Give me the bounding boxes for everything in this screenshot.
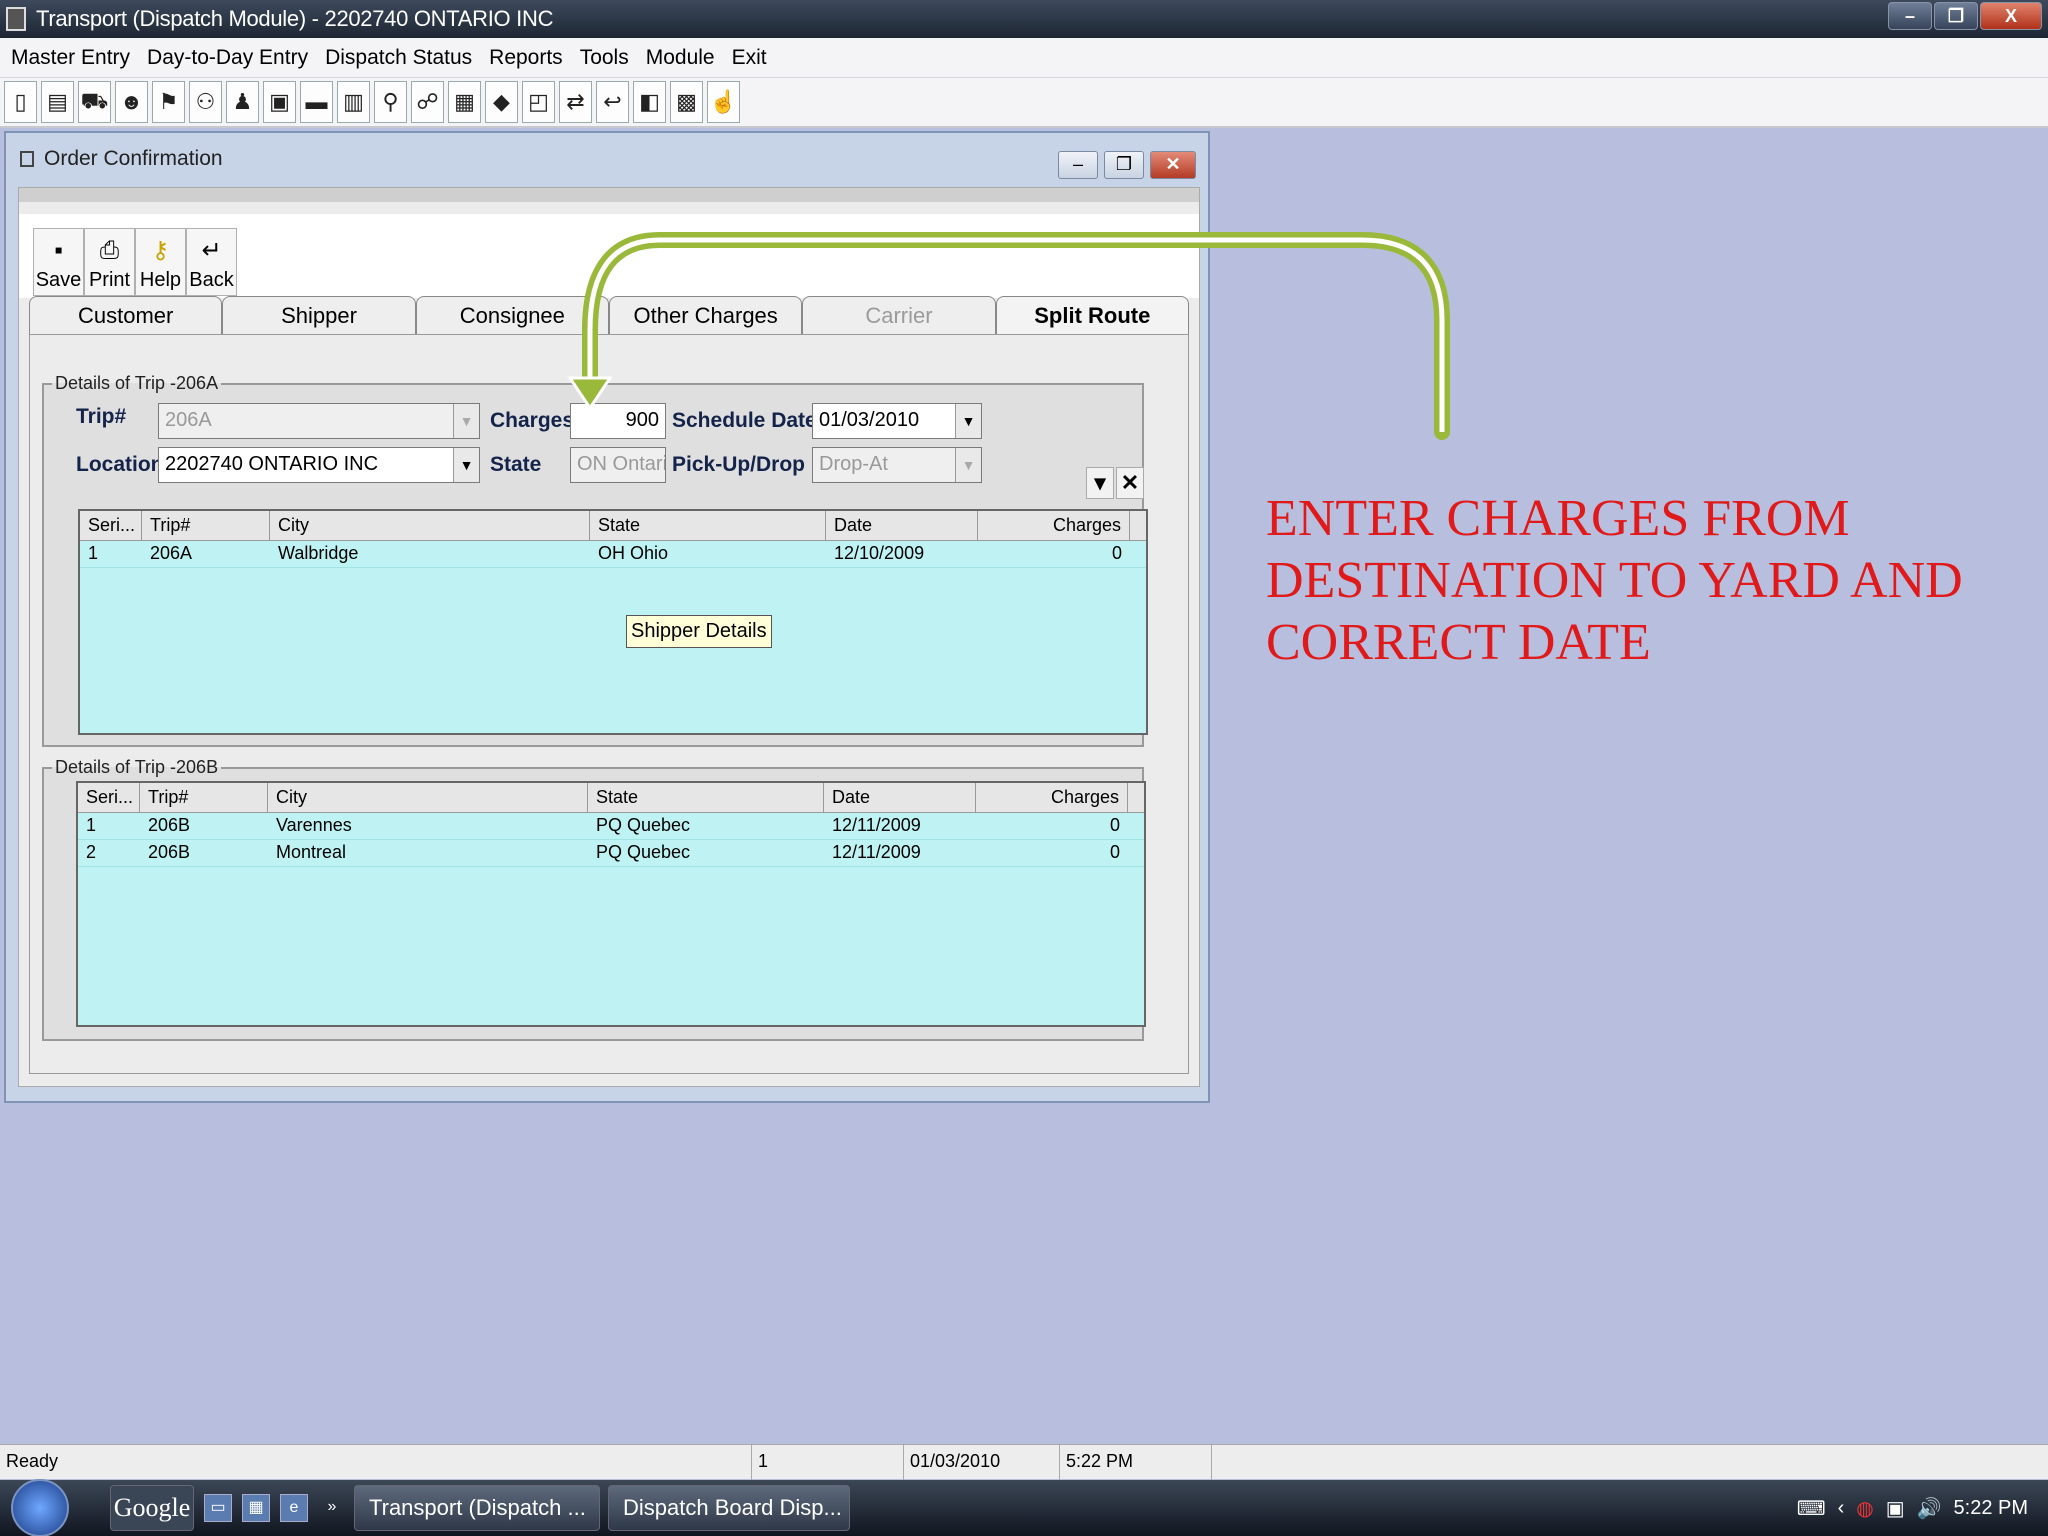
internet-explorer-icon[interactable]: e <box>280 1494 308 1522</box>
start-button[interactable] <box>0 1479 80 1536</box>
annotation-text: ENTER CHARGES FROM DESTINATION TO YARD A… <box>1266 490 1963 671</box>
google-toolbar[interactable]: Google <box>110 1485 194 1531</box>
task-dispatch-board[interactable]: Dispatch Board Disp... <box>608 1485 850 1531</box>
annotation-arrow <box>567 232 1450 440</box>
status-page: 1 <box>752 1445 904 1480</box>
keyboard-icon[interactable]: ⌨ <box>1797 1496 1826 1521</box>
antivirus-icon[interactable]: ◍ <box>1856 1496 1873 1521</box>
status-time: 5:22 PM <box>1060 1445 1212 1480</box>
more-chevron-icon[interactable]: » <box>318 1494 346 1522</box>
network-icon[interactable]: ▣ <box>1886 1496 1905 1521</box>
task-transport[interactable]: Transport (Dispatch ... <box>354 1485 600 1531</box>
show-desktop-icon[interactable]: ▭ <box>204 1494 232 1522</box>
system-tray: ⌨ ‹ ◍ ▣ 🔊 5:22 PM <box>1785 1480 2028 1536</box>
tray-chevron-icon[interactable]: ‹ <box>1838 1497 1845 1520</box>
taskbar: Google ▭ ▦ e » Transport (Dispatch ... D… <box>0 1479 2048 1536</box>
volume-icon[interactable]: 🔊 <box>1917 1496 1942 1521</box>
switch-windows-icon[interactable]: ▦ <box>242 1494 270 1522</box>
status-ready: Ready <box>0 1445 752 1480</box>
windows-logo-icon <box>11 1479 69 1536</box>
status-bar: Ready 1 01/03/2010 5:22 PM <box>0 1444 2048 1480</box>
clock[interactable]: 5:22 PM <box>1954 1497 2028 1520</box>
status-date: 01/03/2010 <box>904 1445 1060 1480</box>
